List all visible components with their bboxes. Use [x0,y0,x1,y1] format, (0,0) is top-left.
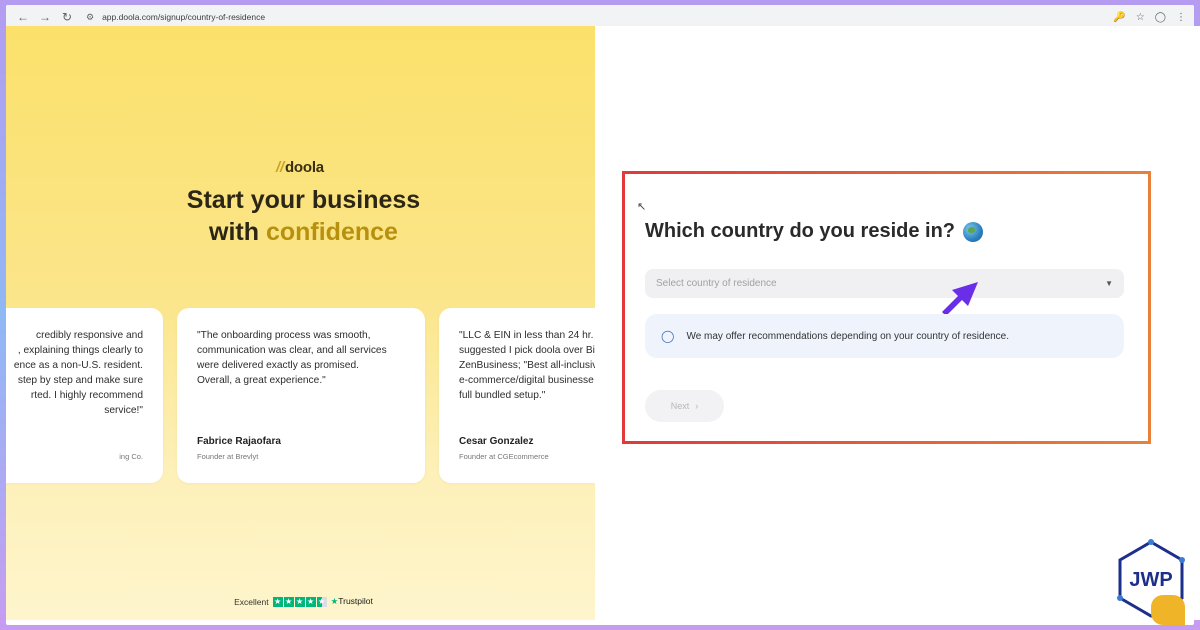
badge-text: JWP [1129,569,1172,591]
question-text: Which country do you reside in? [645,220,956,242]
trust-label: Excellent [234,596,269,607]
globe-icon [963,221,984,242]
star-icon: ★ [294,596,305,607]
marketing-panel: //doola Start your business with confide… [6,26,601,620]
chevron-right-icon: › [695,401,699,411]
rating-stars: ★ ★ ★ ★ ★ [272,596,327,607]
testimonial-role: ing Co. [119,452,143,461]
headline-accent: confidence [265,218,398,246]
testimonial-author: Fabrice Rajaofara [197,436,281,447]
mouse-cursor-icon: ↖ [637,201,647,213]
testimonial-quote: "The onboarding process was smooth, comm… [197,330,387,386]
testimonial-card: credibly responsive and , explaining thi… [6,308,163,483]
testimonial-quote: "LLC & EIN in less than 24 hr. suggested… [459,330,598,401]
key-icon[interactable]: 🔑 [1113,12,1125,23]
star-icon: ★ [305,596,316,607]
headline-line1: Start your business [186,186,421,214]
recommendation-info: ◯ We may offer recommendations depending… [645,314,1124,358]
star-icon: ★ [283,596,294,607]
chat-widget-icon[interactable] [1151,595,1185,625]
reload-icon[interactable]: ↻ [58,8,76,26]
profile-icon[interactable]: ◯ [1155,12,1166,23]
headline-line2: with confidence [209,218,398,246]
headline: Start your business with confidence [6,184,601,248]
chevron-down-icon: ▼ [1105,279,1113,288]
half-star-icon: ★ [316,596,327,607]
back-icon[interactable]: ← [14,8,32,26]
testimonial-quote: credibly responsive and , explaining thi… [13,330,143,416]
lightbulb-icon: ◯ [661,329,675,343]
menu-dots-icon[interactable]: ⋮ [1176,12,1186,23]
testimonial-role: Founder at Brevlyt [197,452,259,461]
country-question: Which country do you reside in? [645,220,984,243]
url-text: app.doola.com/signup/country-of-residenc… [102,12,266,22]
address-bar[interactable]: ⚙ app.doola.com/signup/country-of-reside… [80,8,1113,27]
testimonial-card: "The onboarding process was smooth, comm… [177,308,425,483]
testimonial-role: Founder at CGEcommerce [459,452,549,461]
doola-logo: //doola [276,159,324,176]
next-button[interactable]: Next › [645,390,724,422]
bookmark-star-icon[interactable]: ☆ [1136,12,1145,23]
info-text: We may offer recommendations depending o… [686,330,1010,342]
country-select[interactable]: Select country of residence ▼ [645,269,1124,298]
trustpilot-rating: Excellent ★ ★ ★ ★ ★ ★Trustpilot [6,596,601,607]
testimonial-author: Cesar Gonzalez [459,436,534,447]
trustpilot-logo: ★Trustpilot [330,596,373,606]
site-info-icon[interactable]: ⚙ [86,12,94,23]
star-icon: ★ [272,596,283,607]
select-placeholder: Select country of residence [656,278,777,289]
testimonial-card: "LLC & EIN in less than 24 hr. suggested… [439,308,601,483]
forward-icon[interactable]: → [36,8,54,26]
